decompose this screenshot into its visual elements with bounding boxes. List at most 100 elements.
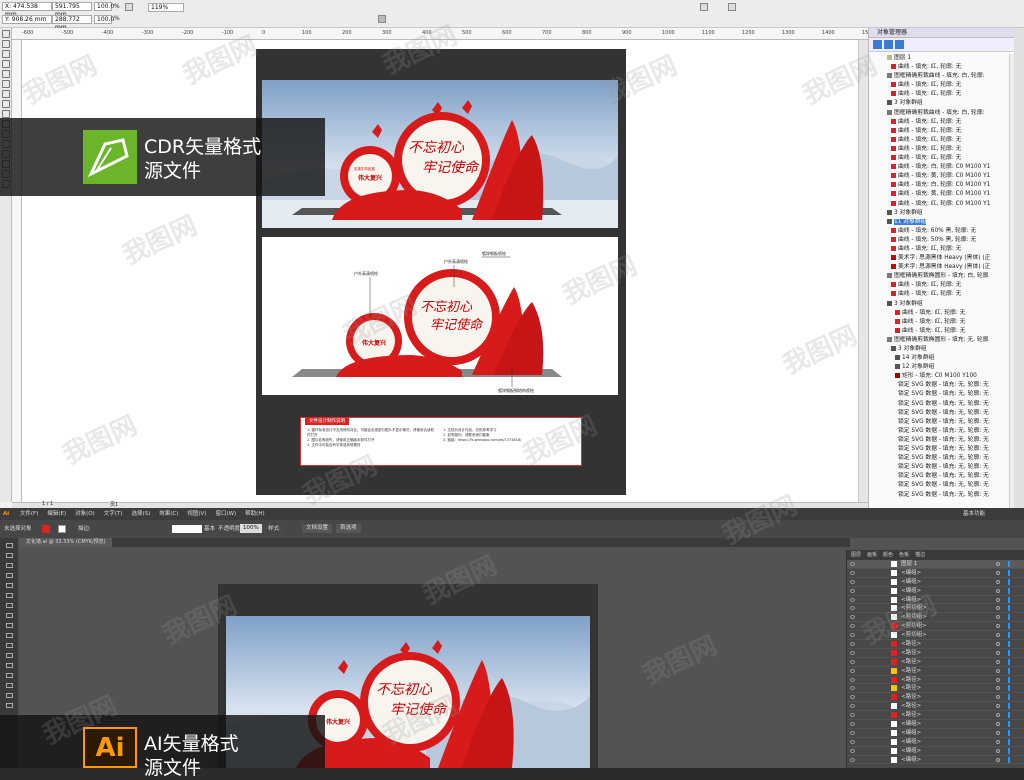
- object-tree-row[interactable]: 11 对象群组: [871, 218, 1009, 227]
- object-tree-row[interactable]: 锁定 SVG 数据 - 填充: 无, 轮廓: 无: [871, 481, 1009, 490]
- object-tree-row[interactable]: 图框精确剪裁曲线 - 填充: 白, 轮廓:: [871, 72, 1009, 81]
- lock-ratio-icon[interactable]: [125, 3, 133, 13]
- layer-row[interactable]: <路径>: [847, 667, 1024, 676]
- scale-height-field[interactable]: 100.0: [94, 15, 114, 24]
- ai-pencil-tool-icon[interactable]: [5, 623, 13, 628]
- object-tree-row[interactable]: 14 对象群组: [871, 354, 1009, 363]
- ai-brush-tool-icon[interactable]: [5, 613, 13, 618]
- object-tree-row[interactable]: 图框精确剪裁椭圆形 - 填充: 无, 轮廓: [871, 336, 1009, 345]
- layer-row[interactable]: <路径>: [847, 693, 1024, 703]
- object-tree-row[interactable]: 图框精确剪裁曲线 - 填充: 白, 轮廓:: [871, 109, 1009, 118]
- object-tree-row[interactable]: 锁定 SVG 数据 - 填充: 无, 轮廓: 无: [871, 436, 1009, 445]
- object-tree-row[interactable]: 曲线 - 填充: 黄, 轮廓: C0 M100 Y1: [871, 172, 1009, 181]
- visibility-eye-icon[interactable]: [850, 739, 855, 744]
- zoom-select[interactable]: 119%: [148, 3, 184, 12]
- object-tree-row[interactable]: 锁定 SVG 数据 - 填充: 无, 轮廓: 无: [871, 454, 1009, 463]
- object-tree-row[interactable]: 曲线 - 填充: 红, 轮廓: 无: [871, 281, 1009, 290]
- polygon-tool-icon[interactable]: [1, 100, 10, 108]
- object-tree-row[interactable]: 曲线 - 填充: 红, 轮廓: 无: [871, 290, 1009, 299]
- object-tree-row[interactable]: 曲线 - 填充: 50% 黑, 轮廓: 无: [871, 236, 1009, 245]
- layer-row[interactable]: <编组>: [847, 747, 1024, 756]
- target-circle-icon[interactable]: [996, 642, 1000, 647]
- visibility-eye-icon[interactable]: [850, 668, 855, 673]
- layers-tab[interactable]: 描边: [915, 552, 925, 558]
- layer-row[interactable]: <编组>: [847, 596, 1024, 605]
- layer-row[interactable]: <编组>: [847, 587, 1024, 596]
- object-tree-row[interactable]: 曲线 - 填充: 红, 轮廓: 无: [871, 245, 1009, 254]
- visibility-eye-icon[interactable]: [850, 615, 855, 620]
- visibility-eye-icon[interactable]: [850, 713, 855, 718]
- layers-tab[interactable]: 画板: [867, 552, 877, 558]
- ai-type-tool-icon[interactable]: [5, 583, 13, 588]
- object-tree-row[interactable]: 曲线 - 填充: 白, 轮廓: C0 M100 Y1: [871, 163, 1009, 172]
- ai-menu-item[interactable]: 视图(V): [187, 511, 206, 517]
- vertical-scrollbar[interactable]: [858, 40, 868, 502]
- target-circle-icon[interactable]: [996, 757, 1000, 762]
- visibility-eye-icon[interactable]: [850, 642, 855, 647]
- ai-rotate-tool-icon[interactable]: [5, 633, 13, 638]
- object-tree-row[interactable]: 锁定 SVG 数据 - 填充: 无, 轮廓: 无: [871, 400, 1009, 409]
- target-circle-icon[interactable]: [996, 570, 1000, 575]
- shape-tool-icon[interactable]: [1, 40, 10, 48]
- visibility-eye-icon[interactable]: [850, 597, 855, 602]
- target-circle-icon[interactable]: [996, 579, 1000, 584]
- object-tree-row[interactable]: 曲线 - 填充: 红, 轮廓: 无: [871, 63, 1009, 72]
- target-circle-icon[interactable]: [996, 597, 1000, 602]
- ai-shape-builder-icon[interactable]: [5, 663, 13, 668]
- object-tree-row[interactable]: 图框精确剪裁椭圆形 - 填充: 白, 轮廓: [871, 272, 1009, 281]
- target-circle-icon[interactable]: [996, 624, 1000, 629]
- toolbar-icon-b[interactable]: [728, 3, 736, 13]
- target-circle-icon[interactable]: [996, 633, 1000, 638]
- ai-menu-item[interactable]: 文件(F): [20, 511, 38, 517]
- zoom-tool-icon[interactable]: [1, 60, 10, 68]
- preferences-button[interactable]: 首选项: [336, 524, 361, 533]
- ai-menu-item[interactable]: 效果(C): [159, 511, 178, 517]
- pick-tool-icon[interactable]: [1, 30, 10, 38]
- x-position-field[interactable]: X: 474.538 mm: [2, 2, 52, 18]
- target-circle-icon[interactable]: [996, 606, 1000, 611]
- layer-row[interactable]: 图层 1: [847, 560, 1024, 569]
- ai-menu-item[interactable]: 窗口(W): [215, 511, 236, 517]
- target-circle-icon[interactable]: [996, 730, 1000, 735]
- brush-basic[interactable]: 基本: [204, 520, 215, 538]
- document-tab[interactable]: 文化墙.ai @ 33.33% (CMYK/预览): [20, 538, 112, 547]
- visibility-eye-icon[interactable]: [850, 677, 855, 682]
- workspace-switcher[interactable]: 基本功能: [963, 508, 985, 520]
- target-circle-icon[interactable]: [996, 650, 1000, 655]
- ai-line-tool-icon[interactable]: [5, 593, 13, 598]
- layer-row[interactable]: <路径>: [847, 640, 1024, 649]
- object-tree-row[interactable]: 锁定 SVG 数据 - 填充: 无, 轮廓: 无: [871, 390, 1009, 399]
- document-setup-button[interactable]: 文档设置: [302, 524, 333, 533]
- object-tree-row[interactable]: 曲线 - 填充: 红, 轮廓: 无: [871, 154, 1009, 163]
- object-tree-row[interactable]: 曲线 - 填充: 红, 轮廓: 无: [871, 90, 1009, 99]
- visibility-eye-icon[interactable]: [850, 650, 855, 655]
- ai-menu-item[interactable]: 帮助(H): [245, 511, 264, 517]
- layer-row[interactable]: <剪切组>: [847, 613, 1024, 623]
- object-tree-row[interactable]: 美术字: 思源黑体 Heavy (黑体) (正: [871, 263, 1009, 272]
- layers-tab[interactable]: 图层: [851, 552, 861, 558]
- visibility-eye-icon[interactable]: [850, 624, 855, 629]
- object-tree-row[interactable]: 曲线 - 填充: 红, 轮廓: 无: [871, 318, 1009, 327]
- visibility-eye-icon[interactable]: [850, 570, 855, 575]
- ai-menu-item[interactable]: 对象(O): [75, 511, 95, 517]
- object-tree-row[interactable]: 曲线 - 填充: 红, 轮廓: 无: [871, 136, 1009, 145]
- ai-direct-select-icon[interactable]: [5, 553, 13, 558]
- layer-row[interactable]: <剪切组>: [847, 622, 1024, 632]
- ai-rect-tool-icon[interactable]: [5, 603, 13, 608]
- edit-across-icon[interactable]: [895, 40, 904, 49]
- target-circle-icon[interactable]: [996, 588, 1000, 593]
- object-tree-row[interactable]: 锁定 SVG 数据 - 填充: 无, 轮廓: 无: [871, 418, 1009, 427]
- target-circle-icon[interactable]: [996, 748, 1000, 753]
- layer-row[interactable]: <路径>: [847, 711, 1024, 721]
- object-tree-row[interactable]: 锁定 SVG 数据 - 填充: 无, 轮廓: 无: [871, 463, 1009, 472]
- object-tree-row[interactable]: 锁定 SVG 数据 - 填充: 无, 轮廓: 无: [871, 409, 1009, 418]
- visibility-eye-icon[interactable]: [850, 757, 855, 762]
- page-view-icon[interactable]: [884, 40, 893, 49]
- object-tree-row[interactable]: 锁定 SVG 数据 - 填充: 无, 轮廓: 无: [871, 491, 1009, 500]
- layer-row[interactable]: <剪切组>: [847, 604, 1024, 614]
- layers-tab[interactable]: 色板: [899, 552, 909, 558]
- docker-tabs[interactable]: [1014, 28, 1024, 508]
- snap-icon[interactable]: [378, 15, 386, 25]
- object-tree-row[interactable]: 3 对象群组: [871, 345, 1009, 354]
- layer-row[interactable]: <路径>: [847, 684, 1024, 694]
